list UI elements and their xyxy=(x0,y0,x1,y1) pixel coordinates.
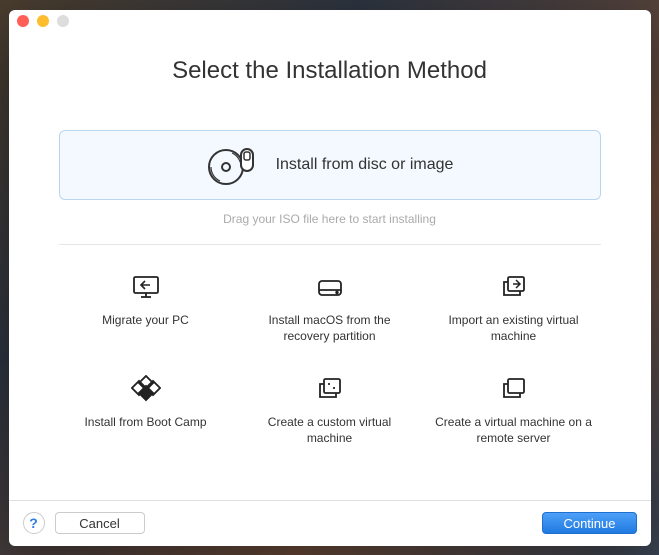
close-window-button[interactable] xyxy=(17,15,29,27)
custom-vm-icon xyxy=(313,372,347,406)
titlebar xyxy=(9,10,651,32)
install-bootcamp-option[interactable]: Install from Boot Camp xyxy=(59,372,233,446)
continue-button[interactable]: Continue xyxy=(542,512,636,534)
option-label: Create a custom virtual machine xyxy=(250,414,410,446)
create-custom-vm-option[interactable]: Create a custom virtual machine xyxy=(243,372,417,446)
installer-window: Select the Installation Method Install f… xyxy=(9,10,651,546)
install-macos-recovery-option[interactable]: Install macOS from the recovery partitio… xyxy=(243,270,417,344)
create-remote-vm-option[interactable]: Create a virtual machine on a remote ser… xyxy=(427,372,601,446)
primary-option-label: Install from disc or image xyxy=(276,156,454,174)
divider xyxy=(59,244,601,245)
monitor-arrow-icon xyxy=(129,270,163,304)
disc-image-icon xyxy=(206,143,258,187)
drive-icon xyxy=(313,270,347,304)
option-label: Import an existing virtual machine xyxy=(434,312,594,344)
option-label: Install from Boot Camp xyxy=(84,414,206,430)
content-area: Select the Installation Method Install f… xyxy=(9,32,651,500)
drag-hint: Drag your ISO file here to start install… xyxy=(59,212,601,226)
option-label: Create a virtual machine on a remote ser… xyxy=(434,414,594,446)
options-grid: Migrate your PC Install macOS from the r… xyxy=(59,270,601,447)
import-vm-option[interactable]: Import an existing virtual machine xyxy=(427,270,601,344)
import-vm-icon xyxy=(497,270,531,304)
minimize-window-button[interactable] xyxy=(37,15,49,27)
migrate-pc-option[interactable]: Migrate your PC xyxy=(59,270,233,344)
option-label: Install macOS from the recovery partitio… xyxy=(250,312,410,344)
install-from-disc-option[interactable]: Install from disc or image xyxy=(59,130,601,200)
footer: ? Cancel Continue xyxy=(9,500,651,546)
option-label: Migrate your PC xyxy=(102,312,189,328)
bootcamp-icon xyxy=(129,372,163,406)
remote-vm-icon xyxy=(497,372,531,406)
cancel-button[interactable]: Cancel xyxy=(55,512,145,534)
help-button[interactable]: ? xyxy=(23,512,45,534)
page-title: Select the Installation Method xyxy=(59,57,601,85)
zoom-window-button xyxy=(57,15,69,27)
